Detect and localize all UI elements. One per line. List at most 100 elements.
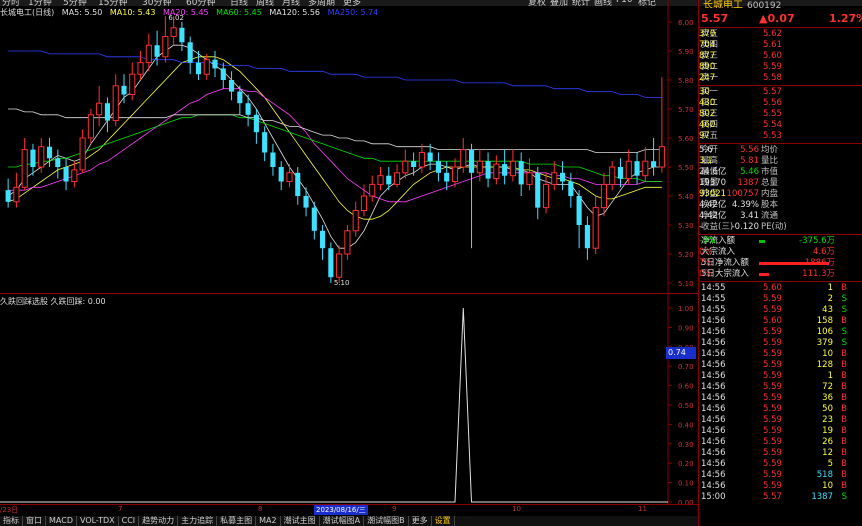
indicator-tab[interactable]: MA2 bbox=[256, 516, 281, 526]
tick-time: 14:56 bbox=[701, 404, 726, 414]
bid-volume: 802 bbox=[699, 109, 716, 119]
bid-price: 5.53 bbox=[763, 131, 782, 141]
indicator-tab-bar: 指标 窗口 MACD VOL-TDX CCI 趋势动力 主力追踪 私募主图 MA2 潮试主图 潮试幅… bbox=[0, 516, 698, 526]
candle-body bbox=[584, 225, 590, 249]
tick-direction: B bbox=[841, 371, 847, 381]
tick-price: 5.59 bbox=[763, 459, 782, 469]
bid-row: 买一 5.57 30 bbox=[699, 87, 862, 98]
tick-row: 14:55 5.60 1 B bbox=[699, 283, 862, 294]
candle-body bbox=[112, 85, 119, 122]
tick-row: 14:56 5.59 518 B bbox=[699, 470, 862, 481]
ask-row: 卖二 5.59 890 bbox=[699, 62, 862, 73]
tick-row: 14:55 5.59 43 S bbox=[699, 305, 862, 316]
indicator-tab[interactable]: 主力追踪 bbox=[178, 516, 218, 526]
divider bbox=[699, 85, 862, 86]
candle-body bbox=[535, 172, 541, 208]
stat-row: 最低 5.46 市值 24.6亿 bbox=[699, 167, 862, 178]
tick-volume: 50 bbox=[822, 404, 833, 414]
tick-time: 14:56 bbox=[701, 327, 726, 337]
indicator-tab[interactable]: 指标 bbox=[0, 516, 23, 526]
tick-price: 5.59 bbox=[763, 360, 782, 370]
indicator-tab[interactable]: VOL-TDX bbox=[77, 516, 119, 526]
indicator-tab[interactable]: 私募主图 bbox=[217, 516, 257, 526]
tick-direction: B bbox=[841, 426, 847, 436]
ma-legend: 长城电工(日线) MA5: 5.50 MA10: 5.43 MA20: 5.45… bbox=[0, 7, 383, 20]
tick-row: 15:00 5.57 1387 S bbox=[699, 492, 862, 503]
candle-body bbox=[526, 172, 533, 185]
price-tick-label: 5.10 bbox=[678, 280, 694, 288]
candle-body bbox=[551, 172, 558, 185]
candle-body bbox=[121, 85, 127, 95]
candle-body bbox=[427, 152, 433, 162]
bid-row: 买五 5.53 97 bbox=[699, 131, 862, 142]
tick-price: 5.59 bbox=[763, 294, 782, 304]
tick-time: 14:56 bbox=[701, 360, 726, 370]
date-axis: /23日 7 8 2023/08/16/三 9 10 11 bbox=[0, 504, 698, 515]
tick-row: 14:56 5.59 106 S bbox=[699, 327, 862, 338]
indicator-tab[interactable]: MACD bbox=[46, 516, 77, 526]
divider bbox=[699, 143, 862, 144]
ma5-label: MA5: 5.50 bbox=[61, 8, 103, 17]
tick-direction: B bbox=[841, 470, 847, 480]
flow-bar bbox=[759, 262, 829, 265]
indicator-tick-label: 0.20 bbox=[678, 460, 694, 468]
indicator-tick-label: 0.10 bbox=[678, 480, 694, 488]
tick-price: 5.59 bbox=[763, 371, 782, 381]
indicator-tick-label: 0.90 bbox=[678, 324, 694, 332]
tick-volume: 12 bbox=[822, 448, 833, 458]
ask-price: 5.58 bbox=[763, 73, 782, 83]
indicator-tab[interactable]: 潮试主图 bbox=[281, 516, 320, 526]
tick-direction: S bbox=[841, 338, 847, 348]
tick-time: 14:56 bbox=[701, 448, 726, 458]
candle-body bbox=[435, 161, 442, 173]
candle-body bbox=[270, 152, 276, 167]
stat-label: 流通 bbox=[761, 211, 779, 221]
tick-row: 14:56 5.59 19 B bbox=[699, 426, 862, 437]
date-cursor-label: 2023/08/16/三 bbox=[314, 505, 368, 515]
indicator-chart[interactable]: 1.000.900.800.700.600.500.400.300.200.10… bbox=[0, 294, 698, 504]
flow-bar bbox=[759, 240, 765, 243]
stat-label: 股本 bbox=[761, 200, 779, 210]
ask-price: 5.62 bbox=[763, 29, 782, 39]
tick-volume: 19 bbox=[822, 426, 833, 436]
tick-row: 14:56 5.59 50 B bbox=[699, 404, 862, 415]
price-tick-label: 5.50 bbox=[678, 164, 694, 172]
tick-price: 5.59 bbox=[763, 415, 782, 425]
candle-body bbox=[63, 167, 69, 182]
indicator-tab[interactable]: 潮试幅图A bbox=[320, 516, 365, 526]
bid-price: 5.57 bbox=[763, 87, 782, 97]
candle-body bbox=[402, 160, 409, 174]
stat-row: 收益(三) -0.120 PE(动) - bbox=[699, 222, 862, 233]
candle-body bbox=[559, 172, 566, 182]
tick-direction: B bbox=[841, 415, 847, 425]
candle-body bbox=[485, 161, 491, 179]
candle-body bbox=[451, 166, 459, 182]
indicator-tab[interactable]: 趋势动力 bbox=[139, 516, 179, 526]
kline-chart[interactable]: 6.00 5.90 5.80 5.70 5.60 5.50 5.40 5.30 5.20 5.10… bbox=[0, 0, 698, 294]
tick-price: 5.57 bbox=[763, 492, 782, 502]
indicator-tab[interactable]: CCI bbox=[119, 516, 140, 526]
tick-direction: S bbox=[841, 492, 847, 502]
divider bbox=[699, 281, 862, 282]
candle-body bbox=[592, 207, 599, 249]
indicator-tab[interactable]: 窗口 bbox=[23, 516, 46, 526]
candle-body bbox=[228, 80, 235, 92]
indicator-tick-label: 0.70 bbox=[678, 363, 694, 371]
divider bbox=[699, 27, 862, 28]
candle-body bbox=[344, 230, 351, 255]
indicator-tab[interactable]: 潮试幅图B bbox=[364, 516, 409, 526]
tick-row: 14:56 5.59 10 B bbox=[699, 349, 862, 360]
indicator-tab[interactable]: 更多 bbox=[409, 516, 432, 526]
tick-row: 14:56 5.59 128 B bbox=[699, 360, 862, 371]
price-tick-label: 5.80 bbox=[678, 77, 694, 85]
candle-body bbox=[30, 149, 36, 167]
stat-row: 外盘 100757 内盘 93021 bbox=[699, 189, 862, 200]
bid-volume: 30 bbox=[699, 87, 710, 97]
indicator-tab[interactable]: 设置 bbox=[432, 516, 455, 526]
tick-volume: 43 bbox=[822, 305, 833, 315]
bid-price: 5.54 bbox=[763, 120, 782, 130]
low-marker-label: 5.10 bbox=[334, 279, 350, 287]
price-tick-label: 5.40 bbox=[678, 193, 694, 201]
chart-title: 长城电工(日线) bbox=[0, 8, 55, 17]
tick-time: 14:56 bbox=[701, 371, 726, 381]
